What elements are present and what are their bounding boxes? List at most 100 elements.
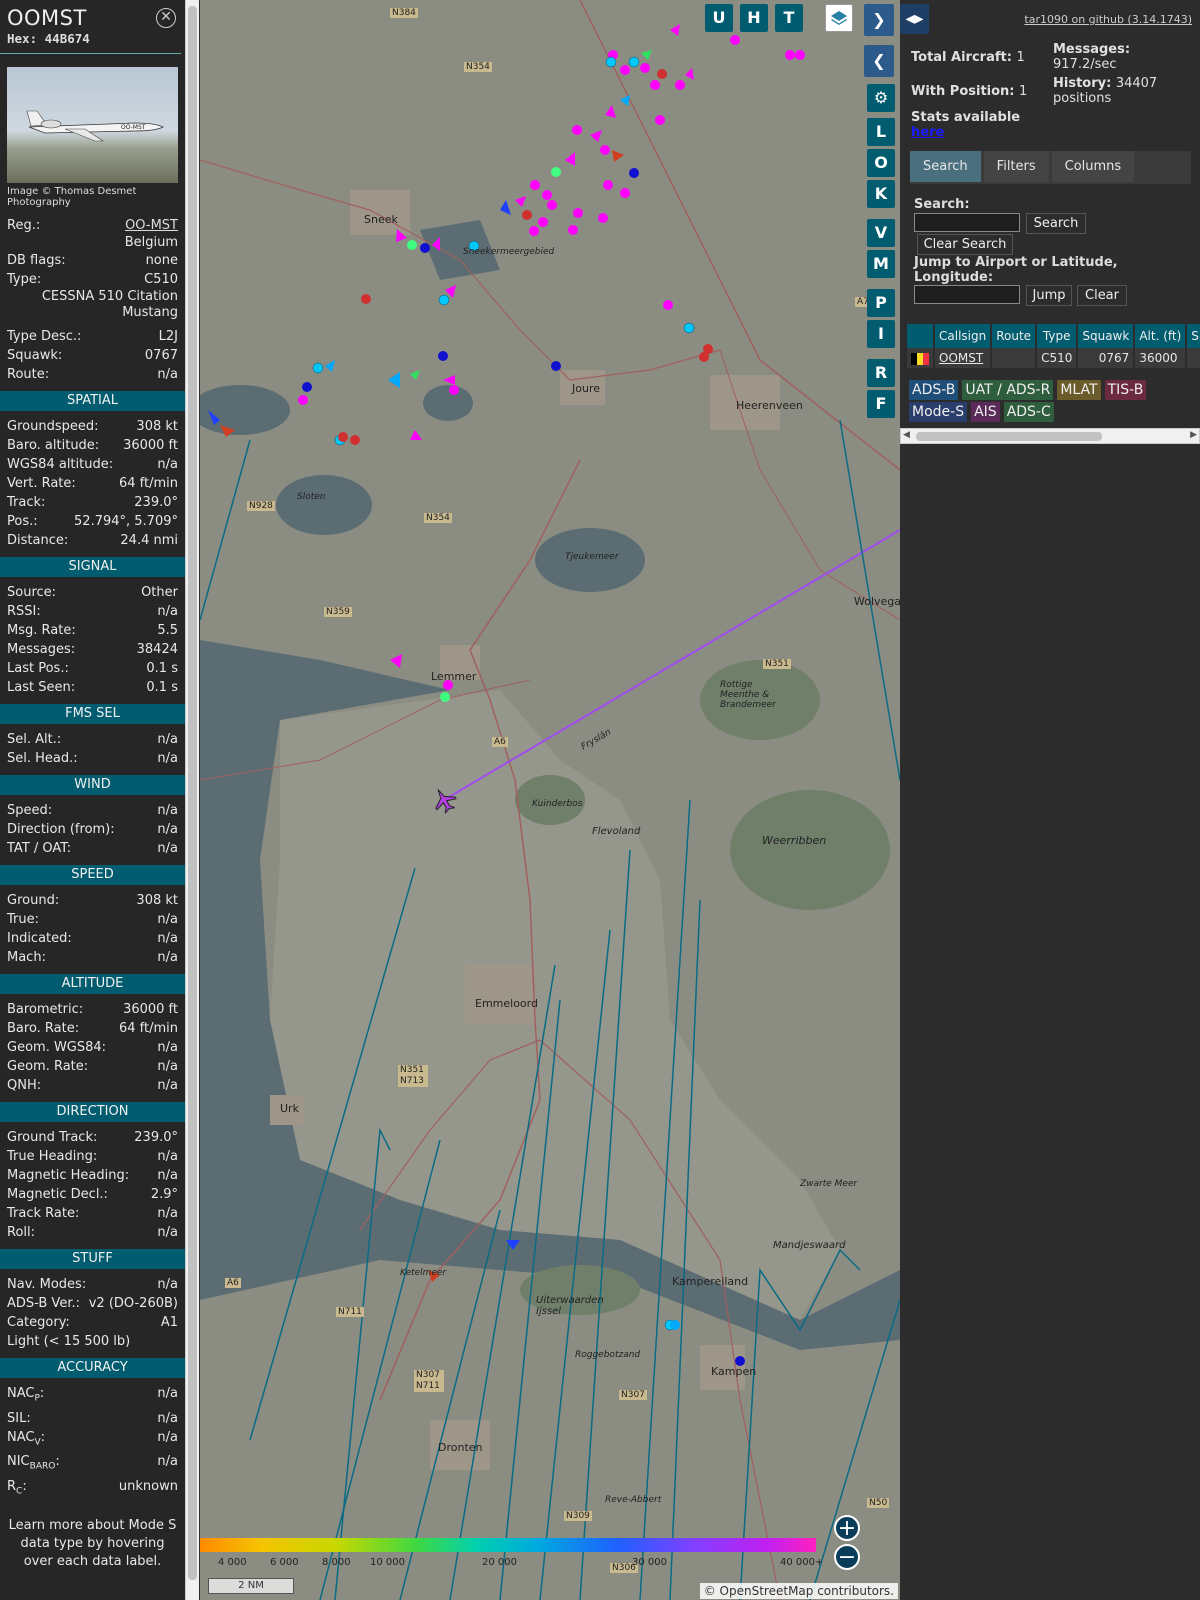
zoom-in-button[interactable]: + <box>834 1515 860 1541</box>
column-header-altitude[interactable]: Alt. (ft) <box>1134 324 1188 348</box>
direction-row: Magnetic Decl.: 2.9° <box>0 1185 185 1204</box>
info-label: Magnetic Decl.: <box>7 1187 108 1202</box>
clear-search-button[interactable]: Clear Search <box>917 234 1013 255</box>
close-icon[interactable]: ✕ <box>156 8 176 28</box>
accuracy-label-text: R <box>7 1478 17 1494</box>
direction-row: Track Rate: n/a <box>0 1204 185 1223</box>
column-header-flag[interactable] <box>907 324 935 348</box>
toggle-button-l[interactable]: L <box>867 118 895 146</box>
toggle-button-k[interactable]: K <box>867 180 895 208</box>
wind-row: Direction (from): n/a <box>0 820 185 839</box>
clear-button[interactable]: Clear <box>1077 285 1127 306</box>
search-label: Search: <box>914 197 970 212</box>
scroll-left-icon[interactable]: ◀ <box>903 430 910 440</box>
settings-button[interactable]: ⚙ <box>867 84 895 112</box>
legend-tick: 6 000 <box>270 1557 299 1568</box>
section-speed: SPEED <box>0 865 185 885</box>
toggle-button-t[interactable]: T <box>775 4 803 32</box>
toggle-button-r[interactable]: R <box>867 359 895 387</box>
zoom-out-button[interactable]: − <box>834 1544 860 1570</box>
altitude-row: Geom. WGS84: n/a <box>0 1038 185 1057</box>
source-badge: MLAT <box>1057 380 1101 400</box>
layers-button[interactable] <box>825 4 853 32</box>
place-label: Joure <box>572 382 600 395</box>
jump-input[interactable] <box>914 285 1020 304</box>
info-value: 5.5 <box>157 623 178 638</box>
toggle-button-o[interactable]: O <box>867 149 895 177</box>
info-label: Vert. Rate: <box>7 476 76 491</box>
scrollbar-thumb[interactable] <box>188 6 197 1580</box>
github-link[interactable]: tar1090 on github (3.14.1743) <box>1024 13 1192 26</box>
info-label: DB flags: <box>7 253 66 268</box>
history-stat: History: 34407 positions <box>1053 76 1183 106</box>
total-aircraft: Total Aircraft: 1 <box>911 50 1025 65</box>
info-footer: Learn more about Mode S data type by hov… <box>8 1518 177 1570</box>
column-header-speed[interactable]: Spd. <box>1186 324 1200 348</box>
registration-link[interactable]: OO-MST <box>125 216 178 235</box>
info-label: Direction (from): <box>7 822 115 837</box>
info-value: n/a <box>157 457 178 472</box>
toggle-button-p[interactable]: P <box>867 289 895 317</box>
sidebar-toggle-button[interactable]: ◂▸ <box>900 4 929 34</box>
info-panel-scrollbar[interactable] <box>185 0 199 1600</box>
toggle-button-u[interactable]: U <box>705 4 733 32</box>
stats-link[interactable]: here <box>911 125 1020 140</box>
column-header-route[interactable]: Route <box>991 324 1038 348</box>
info-value: 24.4 nmi <box>120 533 178 548</box>
info-label: Source: <box>7 585 57 600</box>
info-label: Indicated: <box>7 931 72 946</box>
legend-tick: 40 000+ <box>780 1557 824 1568</box>
tab-search[interactable]: Search <box>910 151 981 182</box>
toggle-button-v[interactable]: V <box>867 219 895 247</box>
spatial-rows: Groundspeed: 308 kt Baro. altitude: 36000 f… <box>0 417 185 550</box>
scrollbar-thumb[interactable] <box>916 432 1102 441</box>
table-horizontal-scrollbar[interactable]: ◀ ▶ <box>900 428 1200 444</box>
altitude-row: QNH: n/a <box>0 1076 185 1095</box>
route-cell <box>991 348 1038 368</box>
search-input[interactable] <box>914 213 1020 232</box>
info-label: Category: <box>7 1315 70 1330</box>
info-label: Track: <box>7 495 46 510</box>
legend-tick: 10 000 <box>370 1557 405 1568</box>
tab-filters[interactable]: Filters <box>983 151 1049 182</box>
info-label: Route: <box>7 367 50 382</box>
road-label: N384 <box>390 8 418 18</box>
category-note: Light (< 15 500 lb) <box>0 1332 185 1351</box>
scroll-right-icon[interactable]: ▶ <box>1190 430 1197 440</box>
wind-rows: Speed: n/a Direction (from): n/a TAT / OAT: n… <box>0 801 185 858</box>
column-header-squawk[interactable]: Squawk <box>1077 324 1136 348</box>
toggle-button-f[interactable]: F <box>867 390 895 418</box>
search-button[interactable]: Search <box>1026 213 1086 234</box>
source-badge: AIS <box>971 402 1000 422</box>
aircraft-photo[interactable]: OO-MST <box>7 67 178 183</box>
callsign-cell[interactable]: OOMST <box>934 348 993 368</box>
info-row-typedesc: Type Desc.: L2J <box>0 327 185 346</box>
jump-button[interactable]: Jump <box>1026 285 1072 306</box>
map-attribution[interactable]: © OpenStreetMap contributors. <box>699 1583 898 1599</box>
info-value: 52.794°, 5.709° <box>74 514 178 529</box>
column-header-callsign[interactable]: Callsign <box>934 324 993 348</box>
info-label: True: <box>7 912 39 927</box>
section-altitude: ALTITUDE <box>0 974 185 994</box>
tab-columns[interactable]: Columns <box>1051 151 1135 182</box>
toggle-button-m[interactable]: M <box>867 250 895 278</box>
accuracy-label-text: SIL: <box>7 1410 31 1426</box>
aircraft-table: Callsign Route Type Squawk Alt. (ft) Spd… <box>907 324 1200 368</box>
type-cell: C510 <box>1036 348 1079 368</box>
photo-credit[interactable]: Image © Thomas Desmet Photography <box>0 183 185 208</box>
info-label: RSSI: <box>7 604 41 619</box>
prev-aircraft-button[interactable]: ❮ <box>864 45 894 77</box>
map[interactable]: Sneek Joure Heerenveen Lemmer Emmeloord … <box>200 0 900 1600</box>
info-value: 308 kt <box>136 893 178 908</box>
column-header-type[interactable]: Type <box>1036 324 1079 348</box>
spatial-row: Vert. Rate: 64 ft/min <box>0 474 185 493</box>
toggle-button-i[interactable]: I <box>867 320 895 348</box>
info-value: 0.1 s <box>146 680 178 695</box>
toggle-button-h[interactable]: H <box>740 4 768 32</box>
accuracy-label-text: NAC <box>7 1386 35 1401</box>
info-value: n/a <box>157 1410 178 1426</box>
map-labels: Sneek Joure Heerenveen Lemmer Emmeloord … <box>200 0 900 1600</box>
table-row[interactable]: OOMST C510 0767 36000 <box>907 348 1200 368</box>
next-aircraft-button[interactable]: ❯ <box>864 4 894 36</box>
panel-tabs: Search Filters Columns <box>910 151 1191 184</box>
